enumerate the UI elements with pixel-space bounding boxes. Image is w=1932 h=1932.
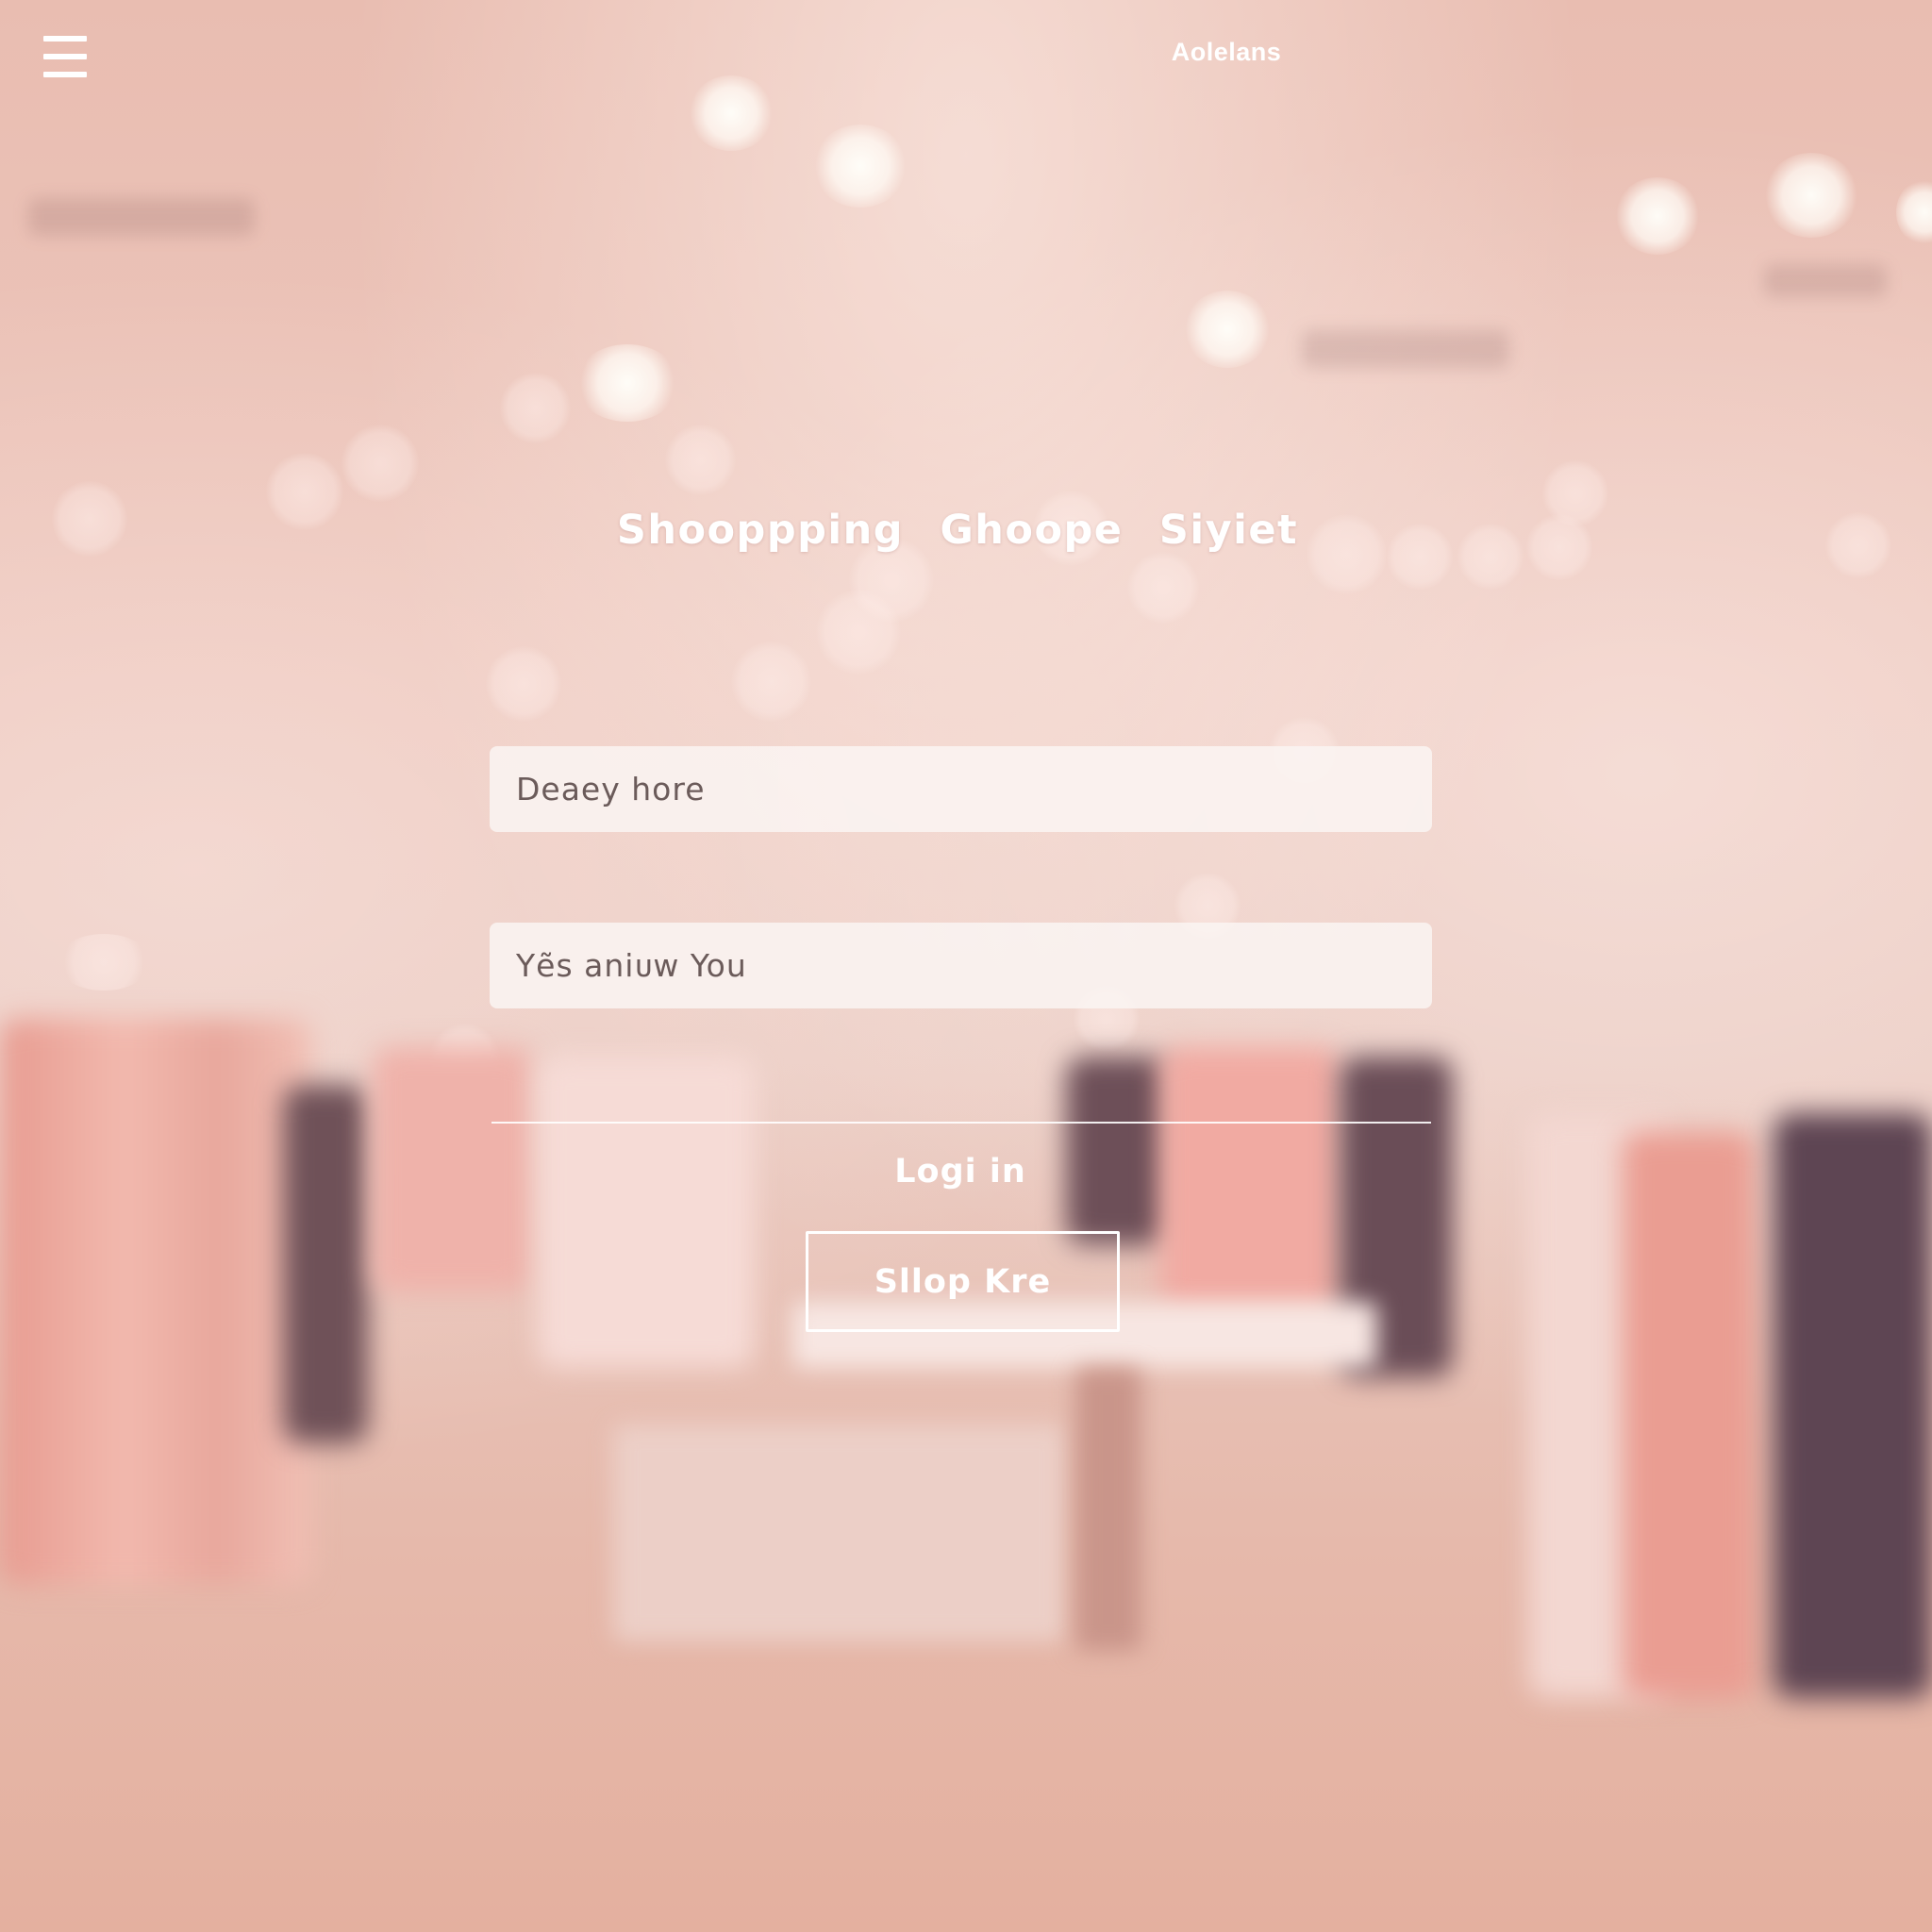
- ceiling-light: [1184, 291, 1271, 368]
- clothing-rack: [283, 1085, 368, 1443]
- bokeh-light: [341, 425, 419, 502]
- clothing-rack: [1066, 1057, 1170, 1245]
- clothing-rack: [0, 1019, 311, 1585]
- hamburger-menu-icon[interactable]: [43, 36, 87, 77]
- bokeh-light: [500, 373, 571, 443]
- login-link[interactable]: Logi in: [821, 1153, 1100, 1191]
- clothing-rack: [1623, 1132, 1755, 1698]
- ceiling-light: [1615, 177, 1700, 255]
- display-table: [1075, 1368, 1141, 1651]
- text-field-1[interactable]: Deaey hore: [490, 746, 1432, 832]
- bokeh-light: [665, 425, 736, 495]
- ceiling-light: [1764, 153, 1858, 238]
- ceiling-vent: [1764, 264, 1887, 297]
- ceiling-light: [1896, 179, 1932, 245]
- menu-bar: [43, 54, 87, 59]
- text-field-2[interactable]: Yẽs aniᴜw You: [490, 923, 1432, 1008]
- bokeh-light: [266, 453, 343, 530]
- ceiling-light: [575, 344, 679, 422]
- page-title: Shooppping Ghoope Siyiet: [616, 507, 1299, 554]
- shop-button-label: Sllop Kre: [874, 1262, 1052, 1301]
- bokeh-light: [1457, 524, 1524, 590]
- bokeh-light: [57, 934, 151, 991]
- ceiling-light: [813, 125, 908, 208]
- ceiling-vent: [28, 198, 255, 236]
- menu-bar: [43, 72, 87, 77]
- shop-button[interactable]: Sllop Kre: [806, 1231, 1120, 1332]
- menu-bar: [43, 36, 87, 42]
- bokeh-light: [486, 646, 561, 722]
- bokeh-light: [52, 481, 127, 557]
- ceiling-vent: [1302, 330, 1509, 368]
- clothing-rack: [373, 1047, 533, 1292]
- bokeh-light: [1542, 460, 1608, 526]
- bokeh-light: [1127, 552, 1199, 624]
- field-1-value: Deaey hore: [516, 771, 706, 808]
- bokeh-light: [731, 641, 811, 722]
- clothing-rack: [538, 1057, 755, 1368]
- bokeh-light: [816, 590, 901, 675]
- display-table: [613, 1424, 1066, 1641]
- clothing-rack: [1160, 1047, 1340, 1311]
- field-2-value: Yẽs aniᴜw You: [516, 947, 747, 984]
- clothing-rack: [1774, 1113, 1932, 1698]
- bokeh-light: [1825, 512, 1891, 578]
- ceiling-light: [689, 75, 774, 151]
- brand-name: Aolelans: [1171, 38, 1282, 66]
- divider: [491, 1122, 1431, 1124]
